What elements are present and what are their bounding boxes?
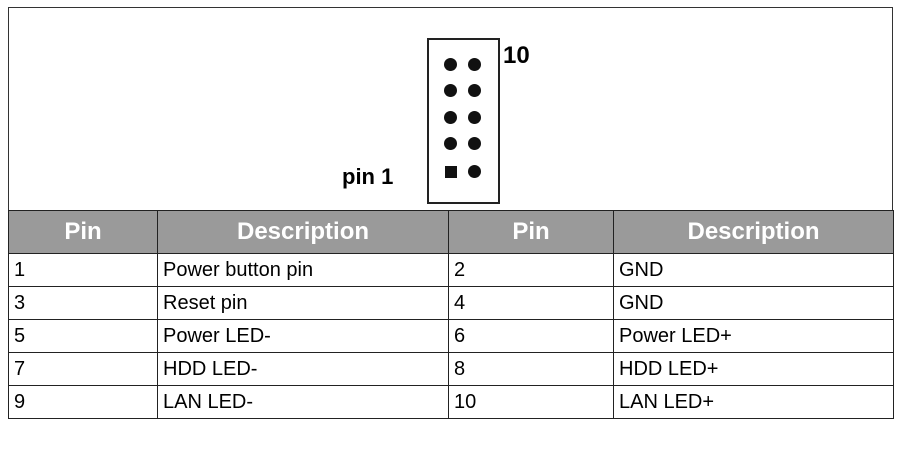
header-description: Description — [157, 210, 449, 254]
header-pin: Pin — [8, 210, 158, 254]
pin-header-outline — [427, 38, 500, 204]
pin-dot — [468, 111, 481, 124]
pin-dot — [468, 165, 481, 178]
cell-description: Reset pin — [157, 286, 449, 320]
pin-10-label: 10 — [503, 42, 530, 69]
cell-pin: 9 — [8, 385, 158, 419]
pin-dot — [444, 137, 457, 150]
cell-description: HDD LED- — [157, 352, 449, 386]
cell-description: LAN LED- — [157, 385, 449, 419]
cell-description: Power LED+ — [613, 319, 894, 353]
cell-pin: 3 — [8, 286, 158, 320]
pin-description-table: Pin Description Pin Description 1 Power … — [8, 210, 894, 419]
pin-dot — [468, 137, 481, 150]
connector-diagram: 10 pin 1 — [8, 7, 893, 211]
pin-dot — [444, 58, 457, 71]
cell-pin: 2 — [448, 253, 614, 287]
cell-pin: 1 — [8, 253, 158, 287]
cell-description: GND — [613, 286, 894, 320]
cell-pin: 7 — [8, 352, 158, 386]
table-row: 9 LAN LED- 10 LAN LED+ — [8, 385, 894, 419]
pin1-square-marker — [445, 166, 457, 178]
cell-pin: 5 — [8, 319, 158, 353]
cell-pin: 4 — [448, 286, 614, 320]
cell-description: HDD LED+ — [613, 352, 894, 386]
table-header-row: Pin Description Pin Description — [8, 210, 894, 254]
cell-description: Power button pin — [157, 253, 449, 287]
pin-dot — [468, 84, 481, 97]
table-row: 1 Power button pin 2 GND — [8, 253, 894, 287]
cell-pin: 8 — [448, 352, 614, 386]
cell-description: LAN LED+ — [613, 385, 894, 419]
table-row: 5 Power LED- 6 Power LED+ — [8, 319, 894, 353]
cell-description: Power LED- — [157, 319, 449, 353]
pin-1-label: pin 1 — [342, 164, 394, 189]
pin-dot — [444, 111, 457, 124]
pin-dot — [444, 84, 457, 97]
header-description: Description — [613, 210, 894, 254]
cell-pin: 6 — [448, 319, 614, 353]
table-row: 7 HDD LED- 8 HDD LED+ — [8, 352, 894, 386]
cell-description: GND — [613, 253, 894, 287]
table-row: 3 Reset pin 4 GND — [8, 286, 894, 320]
cell-pin: 10 — [448, 385, 614, 419]
header-pin: Pin — [448, 210, 614, 254]
front-panel-connector-doc: 10 pin 1 Pin Description Pin Description… — [8, 7, 894, 463]
pin-dot — [468, 58, 481, 71]
